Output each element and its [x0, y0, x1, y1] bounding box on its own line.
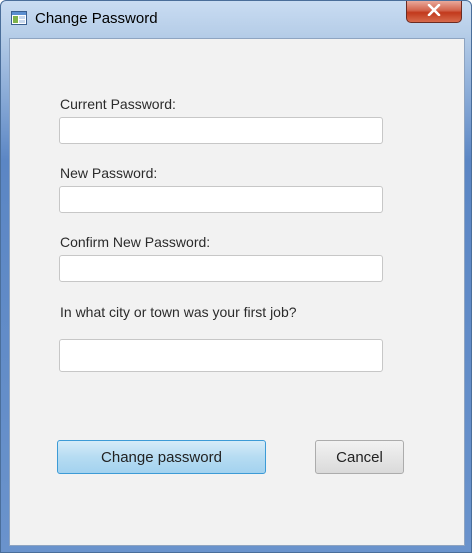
close-icon: [427, 3, 441, 21]
change-password-window: Change Password Current Password: New Pa…: [0, 0, 472, 553]
confirm-password-field[interactable]: [59, 255, 383, 282]
title-bar[interactable]: Change Password: [1, 1, 471, 37]
current-password-field[interactable]: [59, 117, 383, 144]
security-question-label: In what city or town was your first job?: [60, 304, 297, 320]
close-button[interactable]: [406, 1, 462, 23]
confirm-password-label: Confirm New Password:: [60, 234, 211, 250]
current-password-label: Current Password:: [60, 96, 176, 112]
window-icon: [11, 11, 27, 25]
dialog-content: Current Password: New Password: Confirm …: [9, 38, 465, 546]
cancel-button[interactable]: Cancel: [315, 440, 404, 474]
new-password-field[interactable]: [59, 186, 383, 213]
security-answer-field[interactable]: [59, 339, 383, 372]
new-password-label: New Password:: [60, 165, 158, 181]
change-password-button[interactable]: Change password: [57, 440, 266, 474]
window-title: Change Password: [35, 10, 158, 27]
